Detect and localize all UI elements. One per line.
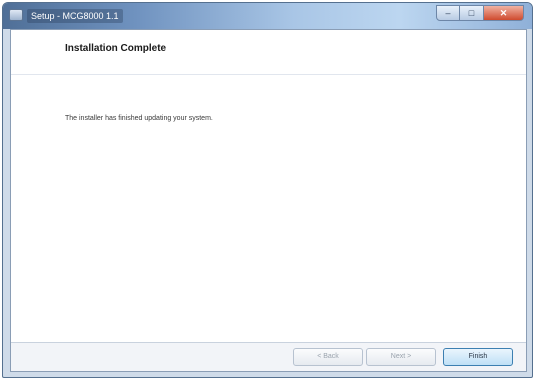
window-title: Setup - MCG8000 1.1 bbox=[27, 9, 123, 23]
next-button[interactable]: Next > bbox=[366, 348, 436, 366]
wizard-content: Installation Complete The installer has … bbox=[10, 29, 527, 372]
window-controls: – □ ✕ bbox=[436, 5, 524, 23]
installer-window: Setup - MCG8000 1.1 – □ ✕ Installation C… bbox=[2, 2, 533, 378]
wizard-footer: < Back Next > Finish bbox=[11, 342, 526, 371]
minimize-button[interactable]: – bbox=[436, 5, 460, 21]
title-bar[interactable]: Setup - MCG8000 1.1 – □ ✕ bbox=[3, 3, 532, 29]
wizard-header: Installation Complete bbox=[11, 30, 526, 75]
back-button[interactable]: < Back bbox=[293, 348, 363, 366]
page-title: Installation Complete bbox=[65, 43, 167, 54]
finish-button[interactable]: Finish bbox=[443, 348, 513, 366]
completion-message: The installer has finished updating your… bbox=[65, 115, 213, 122]
close-button[interactable]: ✕ bbox=[484, 5, 524, 21]
maximize-button[interactable]: □ bbox=[460, 5, 484, 21]
app-installer-icon bbox=[9, 9, 23, 21]
